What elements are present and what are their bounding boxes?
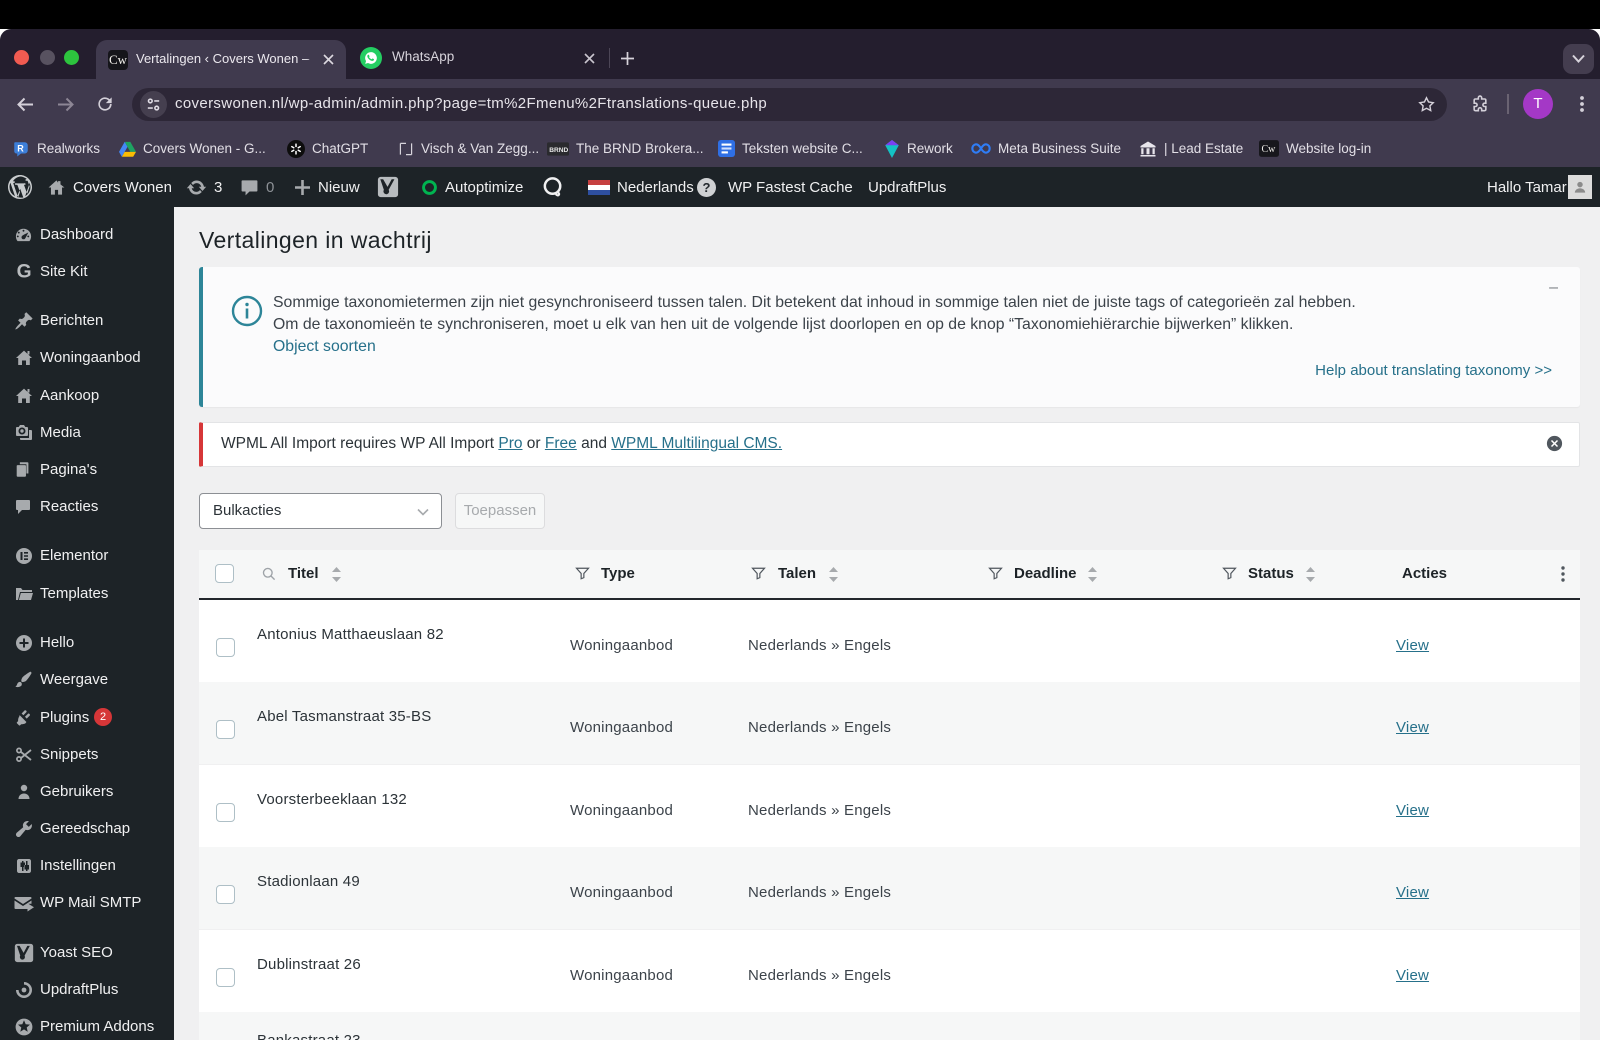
svg-text:BRND: BRND xyxy=(549,146,568,153)
svg-text:Cw: Cw xyxy=(1262,144,1277,155)
svg-text:R: R xyxy=(17,143,24,153)
svg-text:G: G xyxy=(17,262,32,282)
